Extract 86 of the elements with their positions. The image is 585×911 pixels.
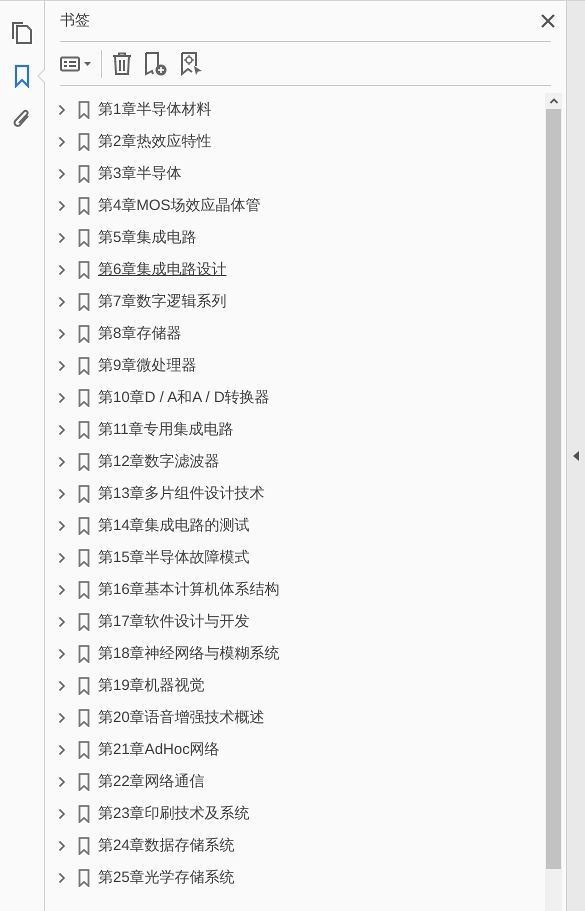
bookmark-item[interactable]: 第23章印刷技术及系统 bbox=[98, 802, 250, 826]
bookmark-icon bbox=[78, 805, 90, 823]
bookmark-icon bbox=[78, 197, 90, 215]
bookmark-icon bbox=[78, 133, 90, 151]
bookmark-item[interactable]: 第7章数字逻辑系列 bbox=[98, 290, 226, 314]
chevron-icon[interactable] bbox=[58, 456, 66, 468]
bookmark-target-icon[interactable] bbox=[180, 52, 204, 76]
bookmark-item[interactable]: 第25章光学存储系统 bbox=[98, 866, 235, 890]
bookmark-item[interactable]: 第19章机器视觉 bbox=[98, 674, 205, 698]
bookmark-icon bbox=[78, 357, 90, 375]
chevron-icon[interactable] bbox=[58, 136, 66, 148]
bookmark-item[interactable]: 第11章专用集成电路 bbox=[98, 418, 234, 442]
bookmark-icon bbox=[78, 837, 90, 855]
chevron-icon[interactable] bbox=[58, 648, 66, 660]
chevron-icon[interactable] bbox=[58, 424, 66, 436]
chevron-icon[interactable] bbox=[58, 488, 66, 500]
chevron-icon[interactable] bbox=[58, 680, 66, 692]
chevron-icon[interactable] bbox=[58, 872, 66, 884]
bookmark-item[interactable]: 第12章数字滤波器 bbox=[98, 450, 220, 474]
bookmark-item[interactable]: 第21章AdHoc网络 bbox=[98, 738, 220, 762]
collapse-arrow-icon[interactable] bbox=[573, 451, 579, 461]
chevron-icon[interactable] bbox=[58, 232, 66, 244]
bookmark-item[interactable]: 第20章语音增强技术概述 bbox=[98, 706, 265, 730]
chevron-icon[interactable] bbox=[58, 360, 66, 372]
bookmark-icon bbox=[78, 101, 90, 119]
bookmark-item[interactable]: 第8章存储器 bbox=[98, 322, 182, 346]
bookmark-item[interactable]: 第1章半导体材料 bbox=[98, 98, 212, 122]
bookmark-icon bbox=[78, 741, 90, 759]
bookmark-icon bbox=[78, 229, 90, 247]
bookmark-item[interactable]: 第17章软件设计与开发 bbox=[98, 610, 250, 634]
bookmark-icon bbox=[78, 325, 90, 343]
bookmark-item[interactable]: 第18章神经网络与模糊系统 bbox=[98, 642, 280, 666]
bookmark-icon bbox=[78, 677, 90, 695]
bookmark-icon bbox=[78, 389, 90, 407]
bookmark-icon bbox=[78, 709, 90, 727]
bookmark-icon bbox=[78, 293, 90, 311]
bookmark-icon bbox=[78, 261, 90, 279]
chevron-icon[interactable] bbox=[58, 552, 66, 564]
bookmark-icon bbox=[78, 453, 90, 471]
chevron-icon[interactable] bbox=[58, 168, 66, 180]
add-bookmark-icon[interactable] bbox=[144, 52, 168, 76]
pages-icon[interactable] bbox=[10, 21, 34, 45]
chevron-icon[interactable] bbox=[58, 840, 66, 852]
bookmark-icon bbox=[78, 517, 90, 535]
list-icon bbox=[60, 56, 80, 72]
bookmark-icon bbox=[78, 773, 90, 791]
scrollbar[interactable] bbox=[545, 93, 562, 911]
bookmark-item[interactable]: 第9章微处理器 bbox=[98, 354, 196, 378]
bookmark-item[interactable]: 第4章MOS场效应晶体管 bbox=[98, 194, 261, 218]
bookmark-icon bbox=[78, 645, 90, 663]
bookmark-icon bbox=[78, 581, 90, 599]
bookmark-item[interactable]: 第13章多片组件设计技术 bbox=[98, 482, 265, 506]
close-icon[interactable] bbox=[540, 13, 556, 29]
bookmark-icon bbox=[78, 613, 90, 631]
bookmark-item[interactable]: 第16章基本计算机体系结构 bbox=[98, 578, 280, 602]
chevron-icon[interactable] bbox=[58, 392, 66, 404]
chevron-icon[interactable] bbox=[58, 712, 66, 724]
bookmark-item[interactable]: 第3章半导体 bbox=[98, 162, 182, 186]
bookmark-item[interactable]: 第15章半导体故障模式 bbox=[98, 546, 250, 570]
bookmark-item[interactable]: 第6章集成电路设计 bbox=[98, 258, 226, 282]
chevron-icon[interactable] bbox=[58, 808, 66, 820]
chevron-icon[interactable] bbox=[58, 616, 66, 628]
delete-icon[interactable] bbox=[112, 52, 132, 76]
bookmark-item[interactable]: 第10章D / A和A / D转换器 bbox=[98, 386, 270, 410]
bookmark-item[interactable]: 第24章数据存储系统 bbox=[98, 834, 235, 858]
bookmark-icon bbox=[78, 869, 90, 887]
chevron-icon[interactable] bbox=[58, 744, 66, 756]
chevron-icon[interactable] bbox=[58, 264, 66, 276]
chevron-icon[interactable] bbox=[58, 584, 66, 596]
bookmark-icon bbox=[78, 421, 90, 439]
bookmark-item[interactable]: 第5章集成电路 bbox=[98, 226, 196, 250]
options-menu-button[interactable] bbox=[60, 56, 91, 72]
panel-title: 书签 bbox=[60, 10, 90, 31]
chevron-icon[interactable] bbox=[58, 200, 66, 212]
bookmark-item[interactable]: 第22章网络通信 bbox=[98, 770, 205, 794]
bookmark-icon bbox=[78, 165, 90, 183]
bookmark-item[interactable]: 第2章热效应特性 bbox=[98, 130, 212, 154]
caret-icon bbox=[84, 62, 91, 66]
chevron-icon[interactable] bbox=[58, 296, 66, 308]
bookmark-icon bbox=[78, 485, 90, 503]
chevron-icon[interactable] bbox=[58, 776, 66, 788]
chevron-icon[interactable] bbox=[58, 520, 66, 532]
bookmark-item[interactable]: 第14章集成电路的测试 bbox=[98, 514, 250, 538]
bookmark-icon bbox=[78, 549, 90, 567]
chevron-icon[interactable] bbox=[58, 104, 66, 116]
chevron-icon[interactable] bbox=[58, 328, 66, 340]
